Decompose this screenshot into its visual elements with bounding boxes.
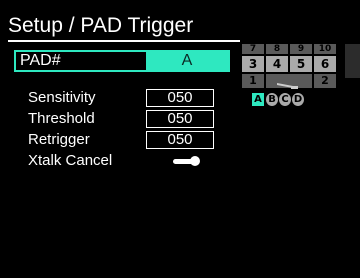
pad-5: 5: [290, 56, 312, 72]
xtalk-cancel-label: Xtalk Cancel: [28, 152, 113, 169]
threshold-value[interactable]: 050: [146, 110, 214, 128]
pad-select-value[interactable]: A: [146, 52, 228, 70]
threshold-row[interactable]: Threshold 050: [28, 110, 218, 130]
screen: Setup / PAD Trigger PAD# A Sensitivity 0…: [0, 0, 360, 278]
toggle-knob: [190, 156, 200, 166]
xtalk-cancel-row[interactable]: Xtalk Cancel: [28, 152, 218, 172]
pad-select-row[interactable]: PAD# A: [14, 50, 230, 72]
sensitivity-label: Sensitivity: [28, 89, 96, 106]
pad-button-c[interactable]: C: [279, 93, 291, 106]
pad-button-a[interactable]: A: [252, 93, 264, 106]
threshold-label: Threshold: [28, 110, 95, 127]
retrigger-value[interactable]: 050: [146, 131, 214, 149]
pad-4: 4: [266, 56, 288, 72]
pad-2: 2: [314, 74, 336, 88]
page-title: Setup / PAD Trigger: [8, 14, 194, 37]
retrigger-label: Retrigger: [28, 131, 90, 148]
pad-9: 9: [290, 44, 312, 54]
sensitivity-row[interactable]: Sensitivity 050: [28, 89, 218, 109]
pad-7: 7: [242, 44, 264, 54]
hihat-pedal-icon: [277, 83, 298, 89]
pad-button-b[interactable]: B: [266, 93, 278, 106]
pad-6: 6: [314, 56, 336, 72]
pad-8: 8: [266, 44, 288, 54]
pad-select-label: PAD#: [20, 52, 61, 69]
retrigger-row[interactable]: Retrigger 050: [28, 131, 218, 151]
pad-3: 3: [242, 56, 264, 72]
title-underline: [8, 40, 240, 42]
xtalk-cancel-toggle[interactable]: [173, 156, 201, 166]
pad-button-d[interactable]: D: [292, 93, 304, 106]
pad-1: 1: [242, 74, 264, 88]
side-scroll-bar[interactable]: [345, 44, 360, 78]
sensitivity-value[interactable]: 050: [146, 89, 214, 107]
pad-10: 10: [314, 44, 336, 54]
